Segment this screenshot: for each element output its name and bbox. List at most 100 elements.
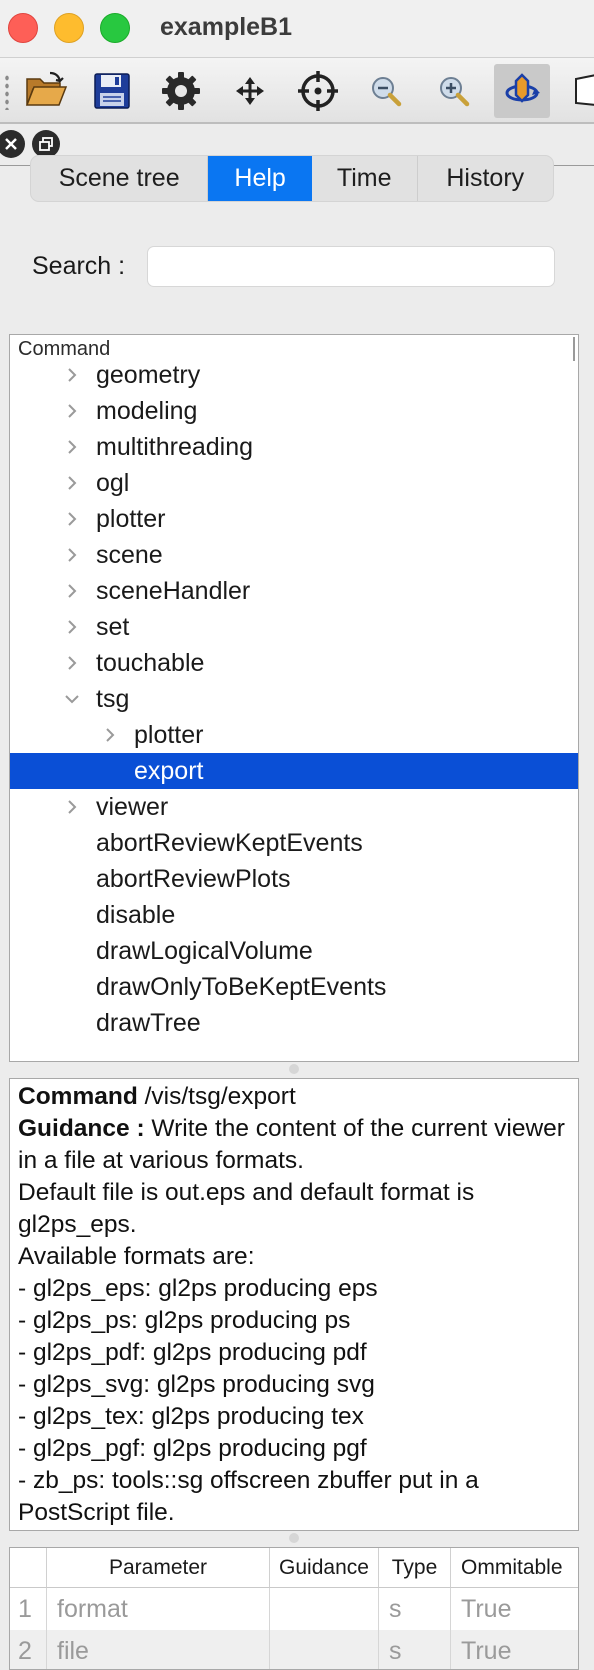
dock-float-button[interactable]	[32, 130, 60, 158]
search-input[interactable]	[147, 246, 555, 287]
tree-item-label: viewer	[96, 793, 169, 821]
tree-item-label: set	[96, 613, 130, 641]
chevron-right-icon[interactable]	[60, 609, 84, 645]
tree-row[interactable]: sceneHandler	[10, 573, 578, 609]
splitter-handle[interactable]	[289, 1064, 299, 1074]
view-button[interactable]	[562, 64, 594, 118]
close-icon	[5, 138, 17, 150]
chevron-right-icon[interactable]	[60, 393, 84, 429]
chevron-right-icon[interactable]	[60, 465, 84, 501]
toolbar	[0, 58, 594, 124]
tree-item-label: tsg	[96, 685, 130, 713]
chevron-down-icon[interactable]	[60, 681, 84, 717]
tree-row[interactable]: touchable	[10, 645, 578, 681]
chevron-right-icon[interactable]	[60, 537, 84, 573]
chevron-right-icon[interactable]	[60, 429, 84, 465]
command-label: Command	[18, 1083, 138, 1110]
tree-item-label: multithreading	[96, 433, 254, 461]
floppy-disk-icon	[94, 73, 130, 109]
tree-row[interactable]: plotter	[10, 501, 578, 537]
tree-row[interactable]: ogl	[10, 465, 578, 501]
tree-row[interactable]: drawOnlyToBeKeptEvents	[10, 969, 578, 1005]
maximize-window-button[interactable]	[100, 13, 130, 43]
tree-item-label: abortReviewPlots	[96, 865, 291, 893]
help-line: - gl2ps_pdf: gl2ps producing pdf	[18, 1339, 367, 1366]
parameter-cell[interactable]: format	[47, 1588, 270, 1630]
table-row[interactable]: 2 file s True	[10, 1630, 578, 1669]
tree-header-label: Command	[18, 338, 111, 360]
rotate-button[interactable]	[494, 64, 550, 118]
splitter-handle[interactable]	[289, 1533, 299, 1543]
tree-item-label: sceneHandler	[96, 577, 251, 605]
table-corner	[10, 1548, 47, 1588]
pick-button[interactable]	[290, 64, 346, 118]
toolbar-grip-handle[interactable]	[4, 74, 10, 110]
tree-row[interactable]: abortReviewKeptEvents	[10, 825, 578, 861]
move-arrows-icon	[236, 77, 264, 105]
tree-row[interactable]: drawTree	[10, 1005, 578, 1041]
title-bar: exampleB1	[0, 0, 594, 58]
ommitable-cell[interactable]: True	[451, 1630, 578, 1669]
parameter-cell[interactable]: file	[47, 1630, 270, 1669]
chevron-right-icon[interactable]	[60, 645, 84, 681]
tree-item-label: ogl	[96, 469, 130, 497]
chevron-right-icon[interactable]	[60, 501, 84, 537]
tab-time[interactable]: Time	[312, 156, 418, 201]
help-line: - gl2ps_tex: gl2ps producing tex	[18, 1403, 364, 1430]
close-window-button[interactable]	[8, 13, 38, 43]
help-line: - gl2ps_pgf: gl2ps producing pgf	[18, 1435, 367, 1462]
chevron-right-icon[interactable]	[60, 789, 84, 825]
float-window-icon	[39, 137, 53, 151]
tree-item-label: touchable	[96, 649, 205, 677]
dock-close-button[interactable]	[0, 130, 25, 158]
search-label: Search :	[32, 252, 126, 280]
column-header-guidance[interactable]: Guidance	[270, 1548, 379, 1588]
command-tree[interactable]: Command gMocrengeometrymodelingmultithre…	[9, 334, 579, 1062]
tree-row[interactable]: tsg	[10, 681, 578, 717]
tree-item-label: plotter	[96, 505, 166, 533]
chevron-right-icon[interactable]	[98, 717, 122, 753]
move-button[interactable]	[222, 64, 278, 118]
zoom-out-button[interactable]	[358, 64, 414, 118]
chevron-right-icon[interactable]	[60, 573, 84, 609]
settings-button[interactable]	[153, 64, 209, 118]
zoom-out-icon	[372, 77, 402, 107]
tab-scene-tree[interactable]: Scene tree	[31, 156, 209, 201]
tree-item-label: export	[134, 757, 204, 785]
guidance-cell[interactable]	[270, 1588, 379, 1630]
open-button[interactable]	[18, 64, 74, 118]
tree-row[interactable]: abortReviewPlots	[10, 861, 578, 897]
window-icon	[575, 74, 594, 106]
parameters-table: Parameter Guidance Type Ommitable 1 form…	[9, 1547, 579, 1670]
help-line: - gl2ps_svg: gl2ps producing svg	[18, 1371, 375, 1398]
tree-row[interactable]: viewer	[10, 789, 578, 825]
tree-row[interactable]: export	[10, 753, 578, 789]
help-line: - gl2ps_ps: gl2ps producing ps	[18, 1307, 351, 1334]
tree-row[interactable]: disable	[10, 897, 578, 933]
save-button[interactable]	[84, 64, 140, 118]
tree-item-label: drawTree	[96, 1009, 201, 1037]
column-header-parameter[interactable]: Parameter	[47, 1548, 270, 1588]
tree-item-label: scene	[96, 541, 163, 569]
tree-row[interactable]: modeling	[10, 393, 578, 429]
tree-row[interactable]: multithreading	[10, 429, 578, 465]
tree-row[interactable]: plotter	[10, 717, 578, 753]
type-cell[interactable]: s	[379, 1588, 451, 1630]
tree-row[interactable]: scene	[10, 537, 578, 573]
column-resize-handle[interactable]	[573, 337, 575, 361]
column-header-ommitable[interactable]: Ommitable	[451, 1548, 578, 1588]
tree-row[interactable]: set	[10, 609, 578, 645]
zoom-in-button[interactable]	[426, 64, 482, 118]
tab-history[interactable]: History	[418, 156, 553, 201]
tab-help[interactable]: Help	[208, 156, 312, 201]
command-path: /vis/tsg/export	[144, 1083, 296, 1110]
tree-header: Command	[10, 335, 578, 363]
ommitable-cell[interactable]: True	[451, 1588, 578, 1630]
crosshair-icon	[298, 71, 338, 111]
guidance-cell[interactable]	[270, 1630, 379, 1669]
minimize-window-button[interactable]	[54, 13, 84, 43]
type-cell[interactable]: s	[379, 1630, 451, 1669]
guidance-label: Guidance :	[18, 1115, 145, 1142]
tree-row[interactable]: drawLogicalVolume	[10, 933, 578, 969]
column-header-type[interactable]: Type	[379, 1548, 451, 1588]
